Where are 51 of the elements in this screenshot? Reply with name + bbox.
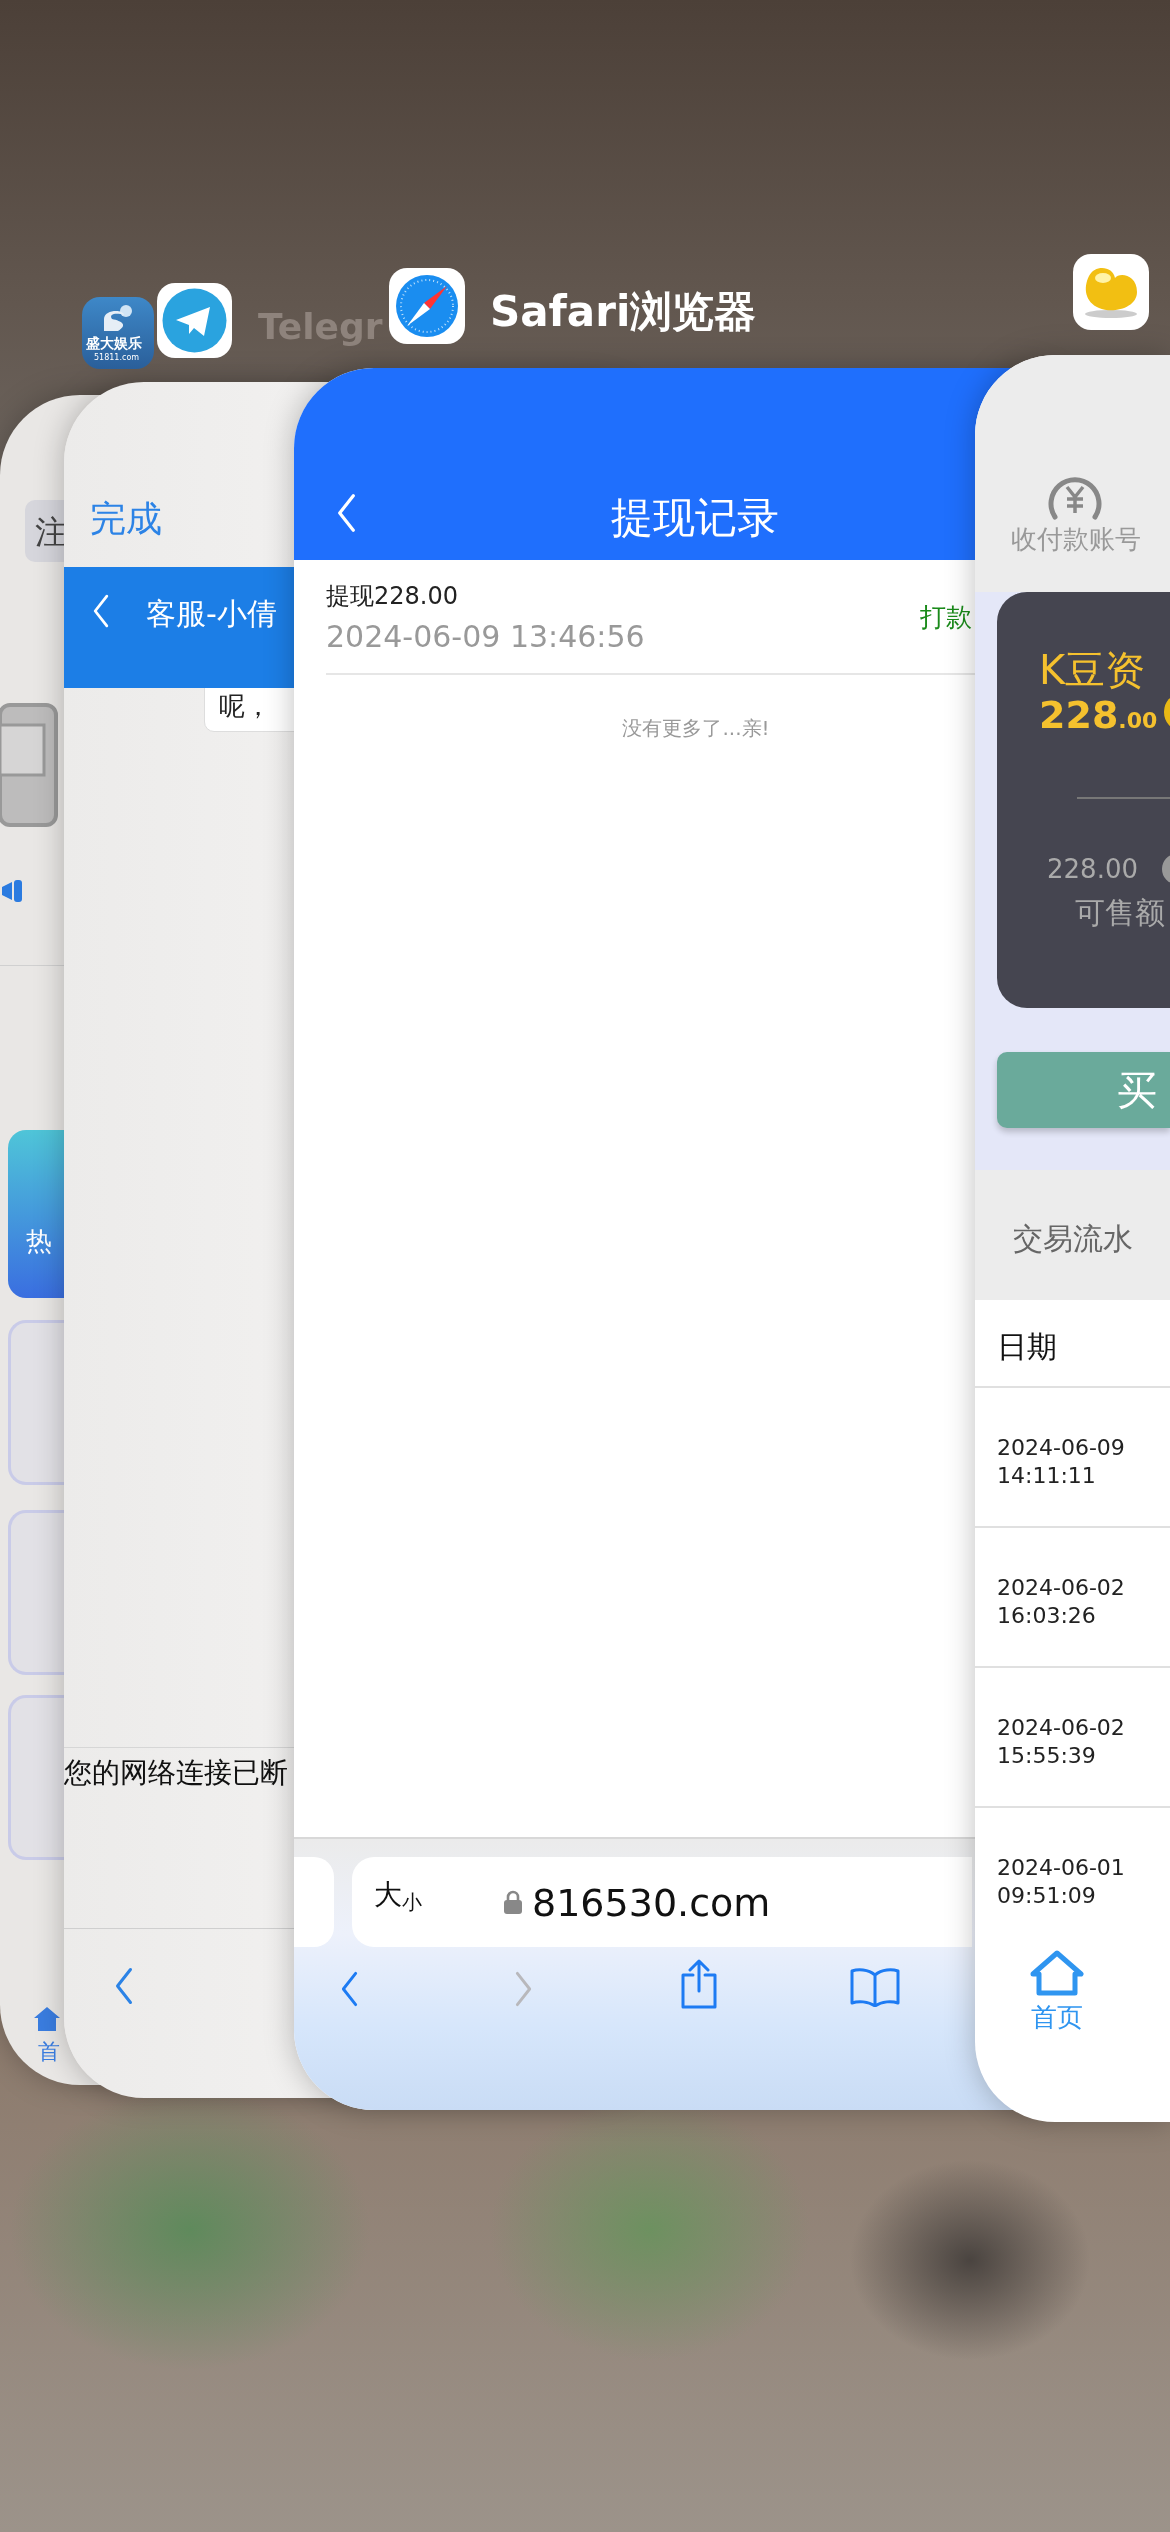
app-icon[interactable] xyxy=(389,268,465,344)
game-tile[interactable] xyxy=(8,1320,64,1485)
date-cell: 2024-06-02 xyxy=(997,1574,1125,1602)
back-icon[interactable] xyxy=(114,1967,134,2005)
icon-caption: 盛大娱乐 xyxy=(86,335,142,351)
asset-label: K豆资 xyxy=(1039,646,1146,695)
app-icon[interactable] xyxy=(1073,254,1149,330)
book-icon[interactable] xyxy=(850,1967,900,2007)
back-icon[interactable] xyxy=(340,1971,359,2007)
app-icon[interactable] xyxy=(157,283,232,358)
date-cell: 2024-06-01 xyxy=(997,1854,1125,1882)
address-bar[interactable]: 大$_{小}$ 816530.com xyxy=(352,1857,972,1947)
ledger-title: 交易流水 xyxy=(1013,1220,1133,1258)
time-cell: 14:11:11 xyxy=(997,1462,1096,1490)
game-tile[interactable] xyxy=(8,1695,64,1860)
page-title: 提现记录 xyxy=(610,492,780,544)
back-icon[interactable] xyxy=(336,493,357,533)
asset-decimals: .00 xyxy=(1118,707,1158,735)
record-time: 2024-06-09 13:46:56 xyxy=(326,618,645,656)
record-status: 打款 xyxy=(920,601,972,634)
app-name: Safari浏览器 xyxy=(490,286,757,338)
network-notice: 您的网络连接已断 xyxy=(64,1755,288,1791)
share-icon[interactable] xyxy=(679,1959,719,2009)
account-label[interactable]: 收付款账号 xyxy=(1011,520,1141,559)
paper-plane-icon xyxy=(162,288,227,353)
hot-games-label: 热 xyxy=(26,1225,52,1258)
buy-button[interactable]: 买 xyxy=(997,1052,1170,1128)
yen-icon xyxy=(1047,475,1103,521)
record-title: 提现228.00 xyxy=(326,581,458,612)
sellable-label: 可售额 xyxy=(1075,894,1165,932)
icon-domain: 51811.com xyxy=(94,353,140,363)
app-icon[interactable]: 盛大娱乐 51811.com xyxy=(82,297,154,369)
time-cell: 16:03:26 xyxy=(997,1602,1096,1630)
asset-amount: 228 xyxy=(1039,692,1119,739)
sellable-amount: 228.00 xyxy=(1047,853,1138,886)
bean-icon xyxy=(1162,854,1170,884)
lock-icon xyxy=(504,1890,522,1914)
time-cell: 15:55:39 xyxy=(997,1742,1096,1770)
date-cell: 2024-06-09 xyxy=(997,1434,1125,1462)
game-tile[interactable] xyxy=(8,1510,64,1675)
compass-icon xyxy=(394,273,460,339)
hot-games-tile[interactable]: 热 xyxy=(8,1130,64,1298)
date-cell: 2024-06-02 xyxy=(997,1714,1125,1742)
url-text: 816530.com xyxy=(532,1880,771,1927)
time-cell: 09:51:09 xyxy=(997,1882,1096,1910)
column-header: 日期 xyxy=(997,1328,1057,1366)
home-icon xyxy=(34,2007,60,2031)
chat-title: 客服-小倩 xyxy=(146,595,277,633)
home-tab-label[interactable]: 首页 xyxy=(1031,1998,1083,2037)
home-icon[interactable] xyxy=(1030,1950,1084,1996)
nav-label[interactable]: 首 xyxy=(38,2035,60,2068)
